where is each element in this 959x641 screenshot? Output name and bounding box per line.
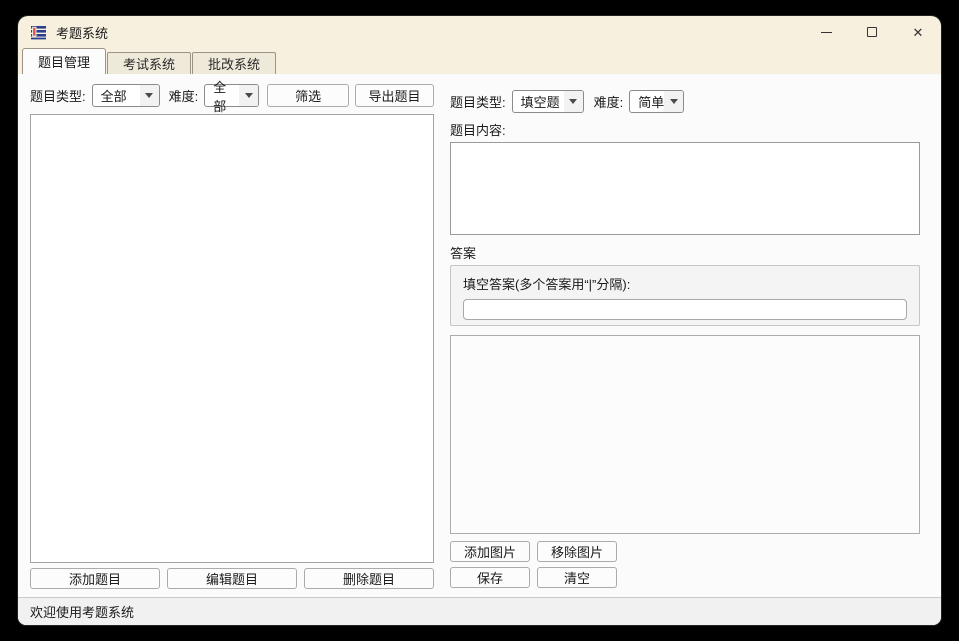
difficulty-filter-combobox[interactable]: 全部 — [204, 84, 259, 107]
filter-row: 题目类型: 全部 难度: 全部 筛选 导出题目 — [30, 84, 434, 107]
question-content-label: 题目内容: — [450, 120, 920, 139]
window-controls: ✕ — [803, 16, 941, 48]
close-button[interactable]: ✕ — [895, 16, 941, 48]
difficulty-filter-label: 难度: — [169, 86, 199, 105]
desktop: { "window": { "title": "考题系统" }, "tabs":… — [0, 0, 959, 641]
editor-difficulty-value: 简单 — [638, 92, 664, 111]
app-icon — [30, 24, 47, 41]
editor-type-label: 题目类型: — [450, 92, 506, 111]
delete-question-button[interactable]: 删除题目 — [304, 568, 434, 589]
clear-button[interactable]: 清空 — [537, 567, 617, 588]
status-bar: 欢迎使用考题系统 — [18, 597, 941, 625]
window-title: 考题系统 — [56, 23, 108, 42]
tab-label: 题目管理 — [38, 52, 90, 71]
difficulty-filter-value: 全部 — [213, 77, 239, 115]
add-question-button[interactable]: 添加题目 — [30, 568, 160, 589]
tab-exam-system[interactable]: 考试系统 — [107, 52, 191, 74]
editor-type-value: 填空题 — [521, 92, 560, 111]
answer-hint-label: 填空答案(多个答案用“|”分隔): — [463, 274, 907, 293]
tab-label: 批改系统 — [208, 54, 260, 73]
answer-groupbox: 填空答案(多个答案用“|”分隔): — [450, 265, 920, 326]
editor-type-row: 题目类型: 填空题 难度: 简单 — [450, 90, 920, 113]
tab-grading-system[interactable]: 批改系统 — [192, 52, 276, 74]
editor-type-combobox[interactable]: 填空题 — [512, 90, 584, 113]
question-list-panel: 题目类型: 全部 难度: 全部 筛选 导出题目 添加题目 编辑题目 删除题目 — [30, 82, 434, 589]
add-image-button[interactable]: 添加图片 — [450, 541, 530, 562]
type-filter-value: 全部 — [101, 86, 127, 105]
save-actions-row: 保存 清空 — [450, 567, 920, 588]
question-content-textarea[interactable] — [450, 142, 920, 235]
save-button[interactable]: 保存 — [450, 567, 530, 588]
question-actions-row: 添加题目 编辑题目 删除题目 — [30, 568, 434, 589]
editor-difficulty-label: 难度: — [594, 92, 624, 111]
question-editor-panel: 题目类型: 填空题 难度: 简单 题目内容: 答案 填空答案(多个答案用“|”分… — [450, 82, 920, 589]
answer-input[interactable] — [463, 299, 907, 320]
filter-button[interactable]: 筛选 — [267, 84, 349, 107]
close-icon: ✕ — [913, 26, 924, 39]
export-questions-button[interactable]: 导出题目 — [355, 84, 434, 107]
question-listbox[interactable] — [30, 114, 434, 563]
answer-section-label: 答案 — [450, 243, 920, 262]
edit-question-button[interactable]: 编辑题目 — [167, 568, 297, 589]
maximize-icon — [867, 27, 877, 37]
chevron-down-icon[interactable] — [664, 91, 683, 112]
type-filter-label: 题目类型: — [30, 86, 86, 105]
image-preview-box[interactable] — [450, 335, 920, 534]
chevron-down-icon[interactable] — [239, 85, 258, 106]
chevron-down-icon[interactable] — [140, 85, 159, 106]
app-window: 考题系统 ✕ 题目管理 考试系统 批改系统 题目类型: 全部 — [18, 16, 941, 625]
type-filter-combobox[interactable]: 全部 — [92, 84, 160, 107]
main-content: 题目类型: 全部 难度: 全部 筛选 导出题目 添加题目 编辑题目 删除题目 — [18, 74, 941, 597]
maximize-button[interactable] — [849, 16, 895, 48]
title-bar[interactable]: 考题系统 ✕ — [18, 16, 941, 48]
chevron-down-icon[interactable] — [564, 91, 583, 112]
image-actions-row: 添加图片 移除图片 — [450, 541, 920, 562]
status-message: 欢迎使用考题系统 — [30, 602, 134, 621]
minimize-button[interactable] — [803, 16, 849, 48]
tab-question-management[interactable]: 题目管理 — [22, 48, 106, 74]
remove-image-button[interactable]: 移除图片 — [537, 541, 617, 562]
tab-label: 考试系统 — [123, 54, 175, 73]
tab-bar: 题目管理 考试系统 批改系统 — [18, 48, 941, 74]
minimize-icon — [821, 32, 832, 33]
editor-difficulty-combobox[interactable]: 简单 — [629, 90, 684, 113]
